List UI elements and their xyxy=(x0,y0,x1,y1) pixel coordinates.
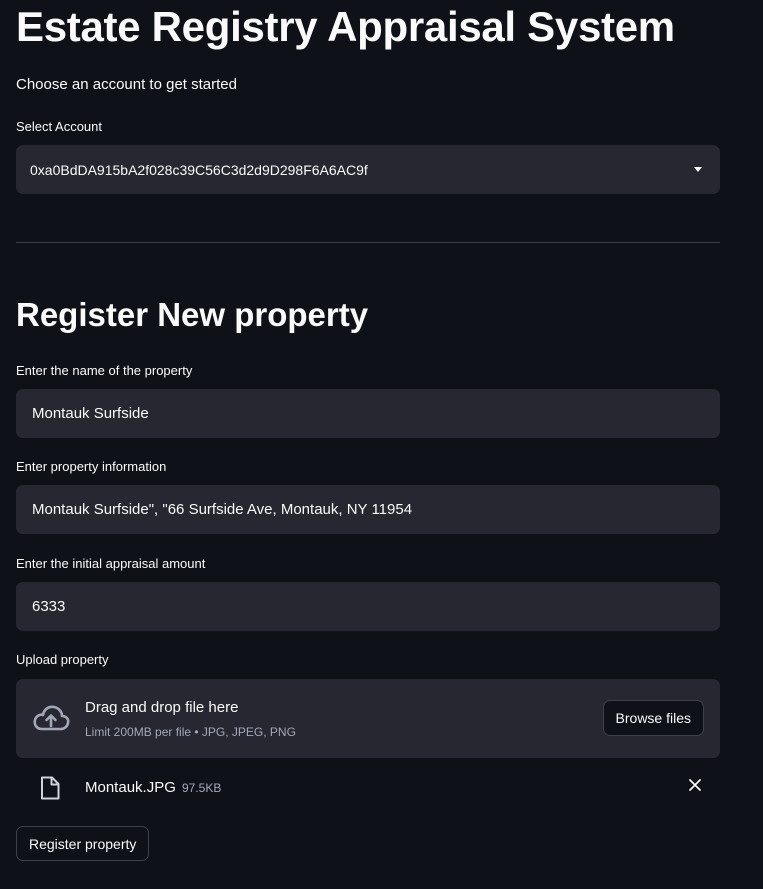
caret-down-icon xyxy=(694,167,702,172)
close-icon[interactable] xyxy=(688,778,702,797)
account-select-value: 0xa0BdDA915bA2f028c39C56C3d2d9D298F6A6AC… xyxy=(30,161,368,178)
register-property-button[interactable]: Register property xyxy=(16,826,150,861)
page-subtitle: Choose an account to get started xyxy=(16,76,237,93)
dropzone-limit-text: Limit 200MB per file • JPG, JPEG, PNG xyxy=(85,725,296,739)
section-title: Register New property xyxy=(16,296,369,333)
app-page: Estate Registry Appraisal System Choose … xyxy=(0,0,763,889)
file-icon xyxy=(39,776,61,805)
uploaded-file-name: Montauk.JPG xyxy=(85,779,176,796)
property-name-label: Enter the name of the property xyxy=(16,363,193,378)
account-select-label: Select Account xyxy=(16,119,102,134)
divider xyxy=(16,242,720,243)
page-title: Estate Registry Appraisal System xyxy=(16,3,675,50)
appraisal-amount-label: Enter the initial appraisal amount xyxy=(16,556,206,571)
appraisal-amount-input[interactable] xyxy=(16,582,720,631)
property-name-input[interactable] xyxy=(16,389,720,438)
cloud-upload-icon xyxy=(32,703,70,738)
property-info-input[interactable] xyxy=(16,485,720,534)
property-info-label: Enter property information xyxy=(16,459,167,474)
uploaded-file-row: Montauk.JPG 97.5KB xyxy=(16,766,720,808)
browse-files-button[interactable]: Browse files xyxy=(602,700,704,736)
dropzone-instructions: Drag and drop file here xyxy=(85,699,239,716)
file-dropzone[interactable]: Drag and drop file here Limit 200MB per … xyxy=(16,679,720,758)
upload-label: Upload property xyxy=(16,652,109,667)
uploaded-file-size: 97.5KB xyxy=(182,781,222,795)
account-select[interactable]: 0xa0BdDA915bA2f028c39C56C3d2d9D298F6A6AC… xyxy=(16,145,720,194)
